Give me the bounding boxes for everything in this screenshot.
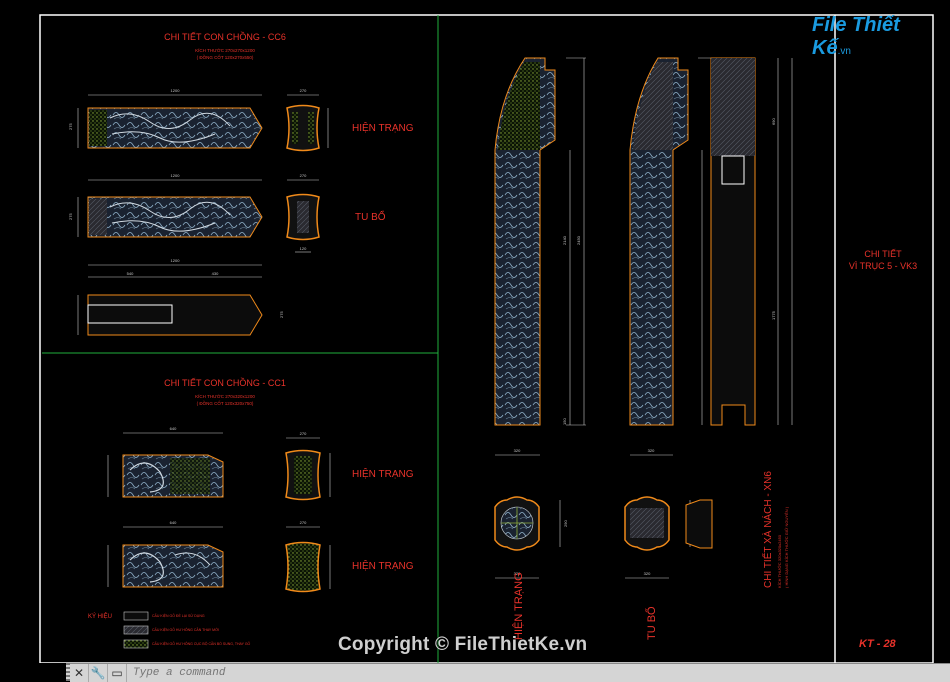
xn6-dim-top: 690 xyxy=(771,118,776,125)
xn6-sub2: ( HÌNH DẠNG KÍCH THƯỚC GIỮ NGUYÊN ) xyxy=(784,506,789,588)
xn6-dim-w-2: 320 xyxy=(648,448,655,453)
xn6-label-tu-bo: TU BỔ xyxy=(645,606,658,640)
cc6-beam-hien-trang: 1200 275 xyxy=(68,88,263,149)
cc6-dim-len-1: 1200 xyxy=(171,88,181,93)
xn6-dim-base: 150 xyxy=(562,418,567,425)
command-prompt-icon[interactable]: ▭ xyxy=(108,664,127,682)
xn6-sub1: KÍCH THƯỚC 320x320x2450 xyxy=(777,534,782,588)
cc1-sub2: ( ĐỒNG CỐT 120x320x750) xyxy=(197,400,254,406)
cc1-dim-len-1: 640 xyxy=(170,426,177,431)
wrench-icon[interactable]: 🔧 xyxy=(89,664,108,682)
legend-title: KÝ HIỆU xyxy=(88,612,112,620)
xn6-dim-mid: 2140 xyxy=(562,235,567,245)
sheet-number: KT - 28 xyxy=(859,638,897,650)
cc1-dim-len-2: 640 xyxy=(170,520,177,525)
cc6-section-tu-bo: 270 120 xyxy=(286,173,320,253)
legend-item-2: CẤU KIỆN GỖ HƯ HỎNG CẦN THAY MỚI xyxy=(152,627,219,632)
cc1-label-hien-trang-2: HIỆN TRẠNG xyxy=(352,559,414,572)
cc1-dim-w-1: 270 xyxy=(300,431,307,436)
cc1-beam-1: 640 xyxy=(107,426,224,498)
cc6-beam-tu-bo: 1200 275 xyxy=(68,173,263,238)
side-title-1: CHI TIẾT xyxy=(864,249,902,259)
cc6-label-tu-bo: TU BỔ xyxy=(355,210,386,223)
xn6-dim-w-1: 320 xyxy=(514,448,521,453)
cc1-beam-2: 640 xyxy=(107,520,224,588)
xn6-sec-dim-2: 320 xyxy=(644,571,651,576)
cc6-dim-d2: 540 xyxy=(127,271,134,276)
cc6-dim-d4: 275 xyxy=(279,311,284,318)
close-icon[interactable]: ✕ xyxy=(70,664,89,682)
xn6-dim-bot: 1775 xyxy=(771,310,776,320)
cc1-label-hien-trang-1: HIỆN TRẠNG xyxy=(352,467,414,480)
cc1-section-2: 270 xyxy=(285,520,331,593)
cc6-dim-h-1: 275 xyxy=(68,123,73,130)
cc6-dim-len-2: 1200 xyxy=(171,173,181,178)
xn6-sec-dim-h1: 290 xyxy=(563,520,568,527)
xn6-title: CHI TIẾT XÀ NÁCH - XN6 xyxy=(761,471,774,588)
cc6-sub1: KÍCH THƯỚC 270x270x1200 xyxy=(195,47,255,53)
cc1-sub1: KÍCH THƯỚC 270x320x1200 xyxy=(195,393,255,399)
command-input[interactable] xyxy=(127,664,950,682)
side-title-2: VÌ TRỤC 5 - VK3 xyxy=(849,261,917,271)
cc6-section-hien-trang: 270 xyxy=(286,88,329,152)
cc6-dim-w-2: 270 xyxy=(300,173,307,178)
xn6-elevation-hien-trang: 2140 2450 320 xyxy=(494,57,586,456)
cc6-dim-d3: 430 xyxy=(212,271,219,276)
cc6-title: CHI TIẾT CON CHỒNG - CC6 xyxy=(164,31,286,42)
cc6-dim-d1: 120 xyxy=(300,246,307,251)
cc6-dim-h-2: 275 xyxy=(68,213,73,220)
legend-swatch-2 xyxy=(123,625,149,635)
xn6-tu-bo-head xyxy=(685,499,713,549)
cc6-dim-len-3: 1200 xyxy=(171,258,181,263)
xn6-dim-total: 2450 xyxy=(576,235,581,245)
cc6-sub2: ( ĐỒNG CỐT 120x270x550) xyxy=(197,54,254,60)
legend-item-1: CẤU KIỆN GỖ ĐỂ LẠI SỬ DỤNG xyxy=(152,613,205,618)
legend: KÝ HIỆU CẤU KIỆN GỖ ĐỂ LẠI SỬ DỤNG CẤU K… xyxy=(88,611,251,649)
legend-item-3: CẤU KIỆN GỖ HƯ HỎNG CỤC BỘ CẦN BỔ SUNG, … xyxy=(152,641,251,646)
legend-swatch-1 xyxy=(123,611,149,621)
cc6-label-hien-trang: HIỆN TRẠNG xyxy=(352,121,414,134)
cc1-section-1: 270 xyxy=(285,431,331,501)
cc1-dim-w-2: 270 xyxy=(300,520,307,525)
cc1-title: CHI TIẾT CON CHỒNG - CC1 xyxy=(164,377,286,388)
xn6-elevation-tu-bo: 320 xyxy=(629,57,718,456)
cc6-plan-view: 1200 540 430 275 xyxy=(77,258,284,336)
cad-drawing-canvas[interactable]: CHI TIẾT CON CHỒNG - CC6 KÍCH THƯỚC 270x… xyxy=(0,0,950,681)
xn6-label-hien-trang: HIỆN TRẠNG xyxy=(512,572,525,640)
cc6-dim-w-1: 270 xyxy=(300,88,307,93)
xn6-section-hien-trang: 320 290 xyxy=(494,496,568,579)
copyright-watermark: Copyright © FileThietKe.vn xyxy=(338,634,588,655)
logo-domain: .vn xyxy=(837,46,851,57)
command-line-bar: ✕ 🔧 ▭ xyxy=(70,663,950,682)
filethietke-logo: File Thiết Kế.vn xyxy=(812,14,922,59)
drawing-sheet: CHI TIẾT CON CHỒNG - CC6 KÍCH THƯỚC 270x… xyxy=(39,14,934,664)
legend-swatch-3 xyxy=(123,639,149,649)
